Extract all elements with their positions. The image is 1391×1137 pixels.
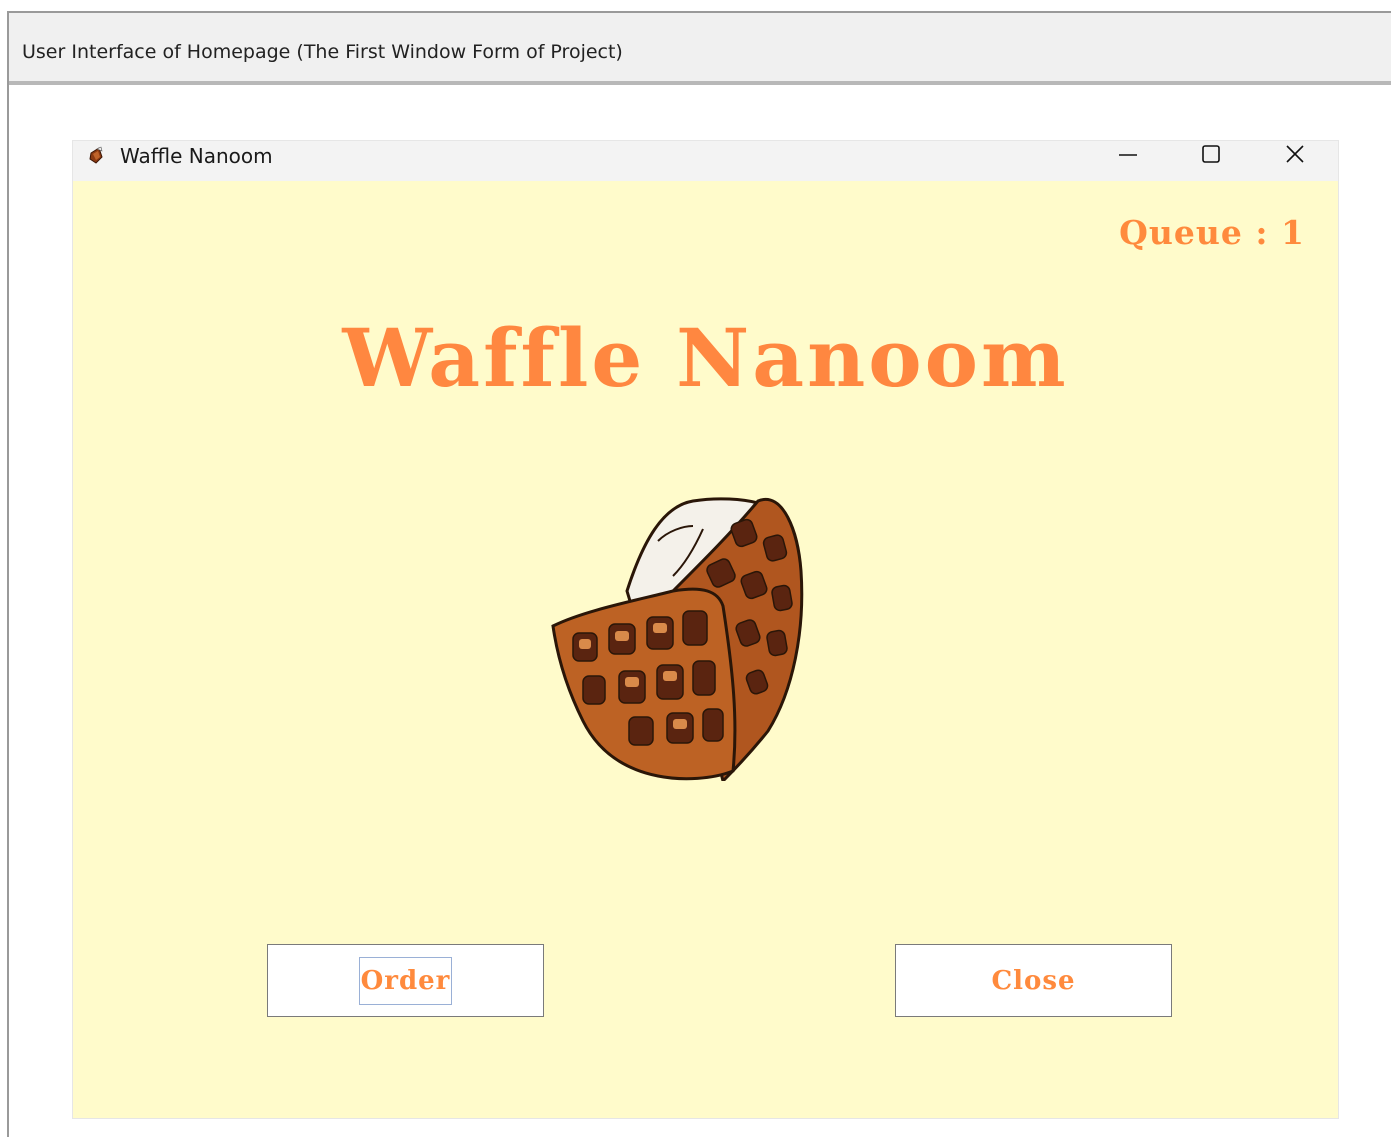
window-title: Waffle Nanoom	[120, 144, 273, 168]
figure-caption-bar: User Interface of Homepage (The First Wi…	[9, 13, 1391, 85]
window-close-button[interactable]	[1263, 141, 1327, 171]
close-icon	[1285, 144, 1305, 168]
order-button-label: Order	[358, 956, 453, 1005]
queue-counter: Queue : 1	[1119, 213, 1305, 252]
close-button-label: Close	[991, 965, 1076, 996]
app-heading: Waffle Nanoom	[342, 311, 1069, 405]
maximize-button[interactable]	[1179, 141, 1243, 171]
maximize-icon	[1201, 144, 1221, 168]
minimize-button[interactable]	[1096, 141, 1160, 171]
figure-caption: User Interface of Homepage (The First Wi…	[22, 41, 623, 63]
close-button[interactable]: Close	[895, 944, 1172, 1017]
document-border-left	[7, 11, 9, 1137]
minimize-icon	[1118, 144, 1138, 168]
page: User Interface of Homepage (The First Wi…	[0, 0, 1391, 1137]
app-window: Waffle Nanoom Queue : 1 Waffle Nanoom Or…	[73, 141, 1338, 1118]
waffle-app-icon	[87, 145, 107, 167]
order-button[interactable]: Order	[267, 944, 544, 1017]
window-titlebar[interactable]: Waffle Nanoom	[73, 141, 1338, 181]
waffle-illustration	[543, 481, 833, 784]
